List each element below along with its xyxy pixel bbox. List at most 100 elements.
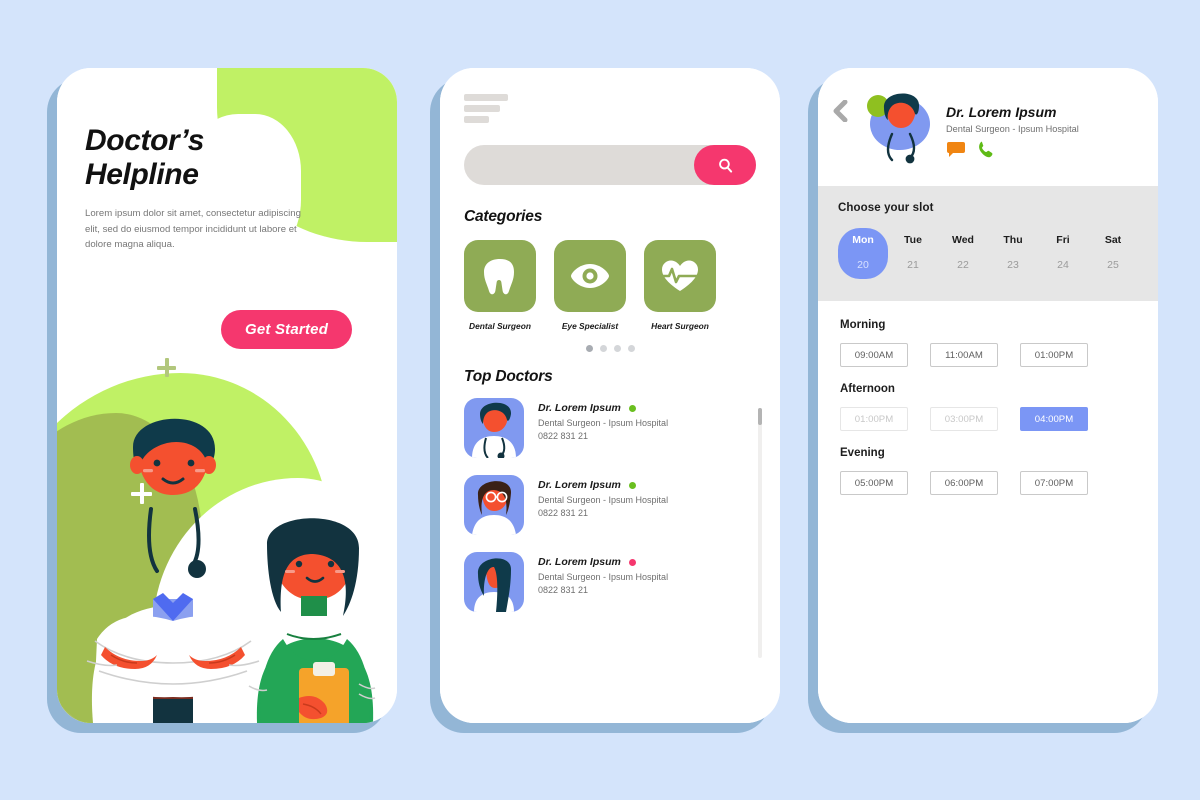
day-name: Fri	[1056, 234, 1070, 246]
day-name: Wed	[952, 234, 974, 246]
day-option-fri[interactable]: Fri 24	[1038, 228, 1088, 279]
list-item[interactable]: Dr. Lorem Ipsum Dental Surgeon - Ipsum H…	[464, 552, 756, 612]
categories-list: Dental Surgeon Eye Specialist Heart Surg…	[464, 240, 756, 331]
placeholder-line	[464, 116, 489, 123]
doctor-phone: 0822 831 21	[538, 431, 589, 441]
slot-row: 05:00PM 06:00PM 07:00PM	[840, 471, 1136, 495]
phone-icon[interactable]	[978, 141, 994, 159]
page-title-line1: Doctor’s	[85, 124, 205, 157]
doctor-phone: 0822 831 21	[538, 508, 589, 518]
phone-screen-booking: Dr. Lorem Ipsum Dental Surgeon - Ipsum H…	[818, 68, 1158, 723]
time-slot[interactable]: 09:00AM	[840, 343, 908, 367]
day-name: Thu	[1003, 234, 1023, 246]
carousel-dot[interactable]	[585, 345, 593, 352]
category-tile	[644, 240, 716, 312]
carousel-dot[interactable]	[627, 345, 635, 352]
doctor-male-illustration	[86, 418, 260, 723]
slot-row: 01:00PM 03:00PM 04:00PM	[840, 407, 1136, 431]
slot-group-morning: Morning 09:00AM 11:00AM 01:00PM	[840, 319, 1136, 367]
page-title-line2: Helpline	[85, 158, 199, 192]
time-slot[interactable]: 06:00PM	[930, 471, 998, 495]
day-name: Sat	[1104, 234, 1122, 246]
carousel-dots[interactable]	[464, 345, 756, 352]
time-slot[interactable]: 11:00AM	[930, 343, 998, 367]
categories-title: Categories	[464, 208, 543, 225]
get-started-button[interactable]: Get Started	[221, 310, 353, 349]
slot-group-title: Afternoon	[840, 383, 895, 395]
onboarding-copy: Doctor’s Helpline Lorem ipsum dolor sit …	[85, 124, 335, 253]
time-slot[interactable]: 01:00PM	[1020, 343, 1088, 367]
doctor-name: Dr. Lorem Ipsum	[538, 556, 621, 568]
scrollbar[interactable]	[758, 408, 762, 658]
search-icon	[718, 158, 732, 173]
status-badge	[628, 404, 636, 412]
time-slot[interactable]: 07:00PM	[1020, 471, 1088, 495]
scrollbar-thumb[interactable]	[758, 408, 762, 425]
menu-placeholder-lines	[464, 94, 756, 123]
time-slot[interactable]: 05:00PM	[840, 471, 908, 495]
day-option-tue[interactable]: Tue 21	[888, 228, 938, 279]
phone-screen-browse: Categories Dental Surgeon Eye Specialist…	[440, 68, 780, 723]
carousel-dot[interactable]	[599, 345, 607, 352]
day-option-wed[interactable]: Wed 22	[938, 228, 988, 279]
doctor-name: Dr. Lorem Ipsum	[946, 104, 1057, 120]
doctor-header: Dr. Lorem Ipsum Dental Surgeon - Ipsum H…	[818, 68, 1158, 186]
doctor-specialty: Dental Surgeon - Ipsum Hospital	[538, 418, 669, 428]
placeholder-line	[464, 94, 508, 101]
doctor-name-row: Dr. Lorem Ipsum	[538, 479, 668, 491]
category-tile	[464, 240, 536, 312]
time-slot-selected[interactable]: 04:00PM	[1020, 407, 1088, 431]
slot-group-title: Morning	[840, 319, 886, 331]
list-item[interactable]: Dr. Lorem Ipsum Dental Surgeon - Ipsum H…	[464, 398, 756, 458]
tooth-icon	[484, 259, 514, 295]
doctor-specialty: Dental Surgeon - Ipsum Hospital	[946, 124, 1079, 134]
search-bar	[464, 145, 756, 185]
category-item-eye[interactable]: Eye Specialist	[554, 240, 626, 331]
placeholder-line	[464, 105, 500, 112]
day-selector: Mon 20 Tue 21 Wed 22 Thu 23 Fri 24 Sat 2…	[838, 228, 1138, 279]
category-item-dental[interactable]: Dental Surgeon	[464, 240, 536, 331]
day-option-mon[interactable]: Mon 20	[838, 228, 888, 279]
day-name: Mon	[852, 234, 874, 246]
day-option-sat[interactable]: Sat 25	[1088, 228, 1138, 279]
list-item[interactable]: Dr. Lorem Ipsum Dental Surgeon - Ipsum H…	[464, 475, 756, 535]
category-label: Heart Surgeon	[651, 321, 709, 331]
doctor-name: Dr. Lorem Ipsum	[538, 402, 621, 414]
day-option-thu[interactable]: Thu 23	[988, 228, 1038, 279]
avatar	[464, 398, 524, 458]
category-label: Dental Surgeon	[469, 321, 531, 331]
carousel-dot[interactable]	[613, 345, 621, 352]
doctor-male-avatar-icon	[867, 93, 930, 164]
slot-group-evening: Evening 05:00PM 06:00PM 07:00PM	[840, 447, 1136, 495]
page-title: Doctor’s Helpline	[85, 124, 335, 192]
day-name: Tue	[904, 234, 922, 246]
status-badge	[628, 481, 636, 489]
avatar	[854, 90, 940, 170]
doctor-name-row: Dr. Lorem Ipsum	[538, 402, 668, 414]
day-number: 22	[957, 259, 969, 271]
doctor-meta: Dr. Lorem Ipsum Dental Surgeon - Ipsum H…	[946, 90, 1079, 159]
slot-group-title: Evening	[840, 447, 885, 459]
avatar	[464, 552, 524, 612]
time-slot: 03:00PM	[930, 407, 998, 431]
booking-screen: Dr. Lorem Ipsum Dental Surgeon - Ipsum H…	[818, 68, 1158, 723]
phone-screen-onboarding: Doctor’s Helpline Lorem ipsum dolor sit …	[57, 68, 397, 723]
doctor-name-row: Dr. Lorem Ipsum	[538, 556, 668, 568]
day-number: 20	[857, 259, 869, 271]
eye-icon	[571, 264, 609, 288]
app-mockup-stage: Doctor’s Helpline Lorem ipsum dolor sit …	[0, 0, 1200, 800]
doctor-specialty: Dental Surgeon - Ipsum Hospital	[538, 495, 669, 505]
chevron-left-icon	[833, 99, 848, 123]
doctor-male-avatar-icon	[472, 402, 516, 458]
category-item-heart[interactable]: Heart Surgeon	[644, 240, 716, 331]
search-button[interactable]	[694, 145, 756, 185]
day-number: 25	[1107, 259, 1119, 271]
chat-bubble-icon[interactable]	[946, 142, 966, 158]
back-button[interactable]	[832, 90, 848, 127]
doctor-phone: 0822 831 21	[538, 585, 589, 595]
doctor-info: Dr. Lorem Ipsum Dental Surgeon - Ipsum H…	[538, 475, 668, 518]
slot-group-afternoon: Afternoon 01:00PM 03:00PM 04:00PM	[840, 383, 1136, 431]
browse-screen: Categories Dental Surgeon Eye Specialist…	[440, 68, 780, 723]
slot-picker-panel: Choose your slot Mon 20 Tue 21 Wed 22 Th…	[818, 186, 1158, 301]
avatar	[464, 475, 524, 535]
